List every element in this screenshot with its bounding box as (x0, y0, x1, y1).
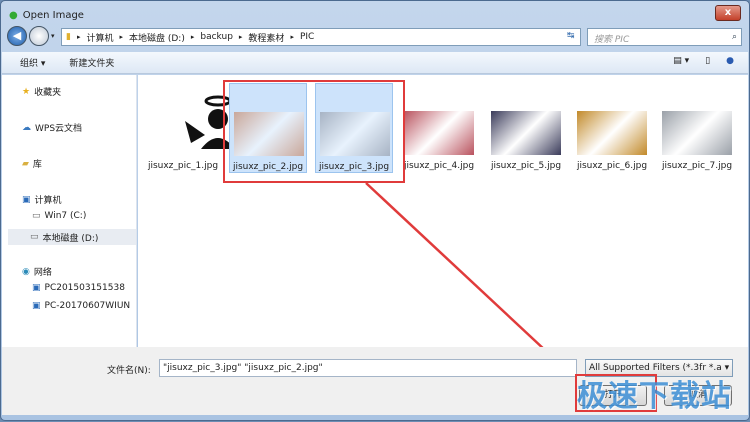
open-image-dialog: ● Open Image x ◀ ▾ ▮ ▸ 计算机 ▸ 本地磁盘 (D:) ▸ backup ▸… (0, 0, 750, 421)
filename-label: 文件名(N): (107, 366, 151, 376)
filename-input[interactable]: "jisuxz_pic_3.jpg" "jisuxz_pic_2.jpg" (159, 359, 577, 377)
watermark: 极速下载站 (577, 379, 732, 414)
